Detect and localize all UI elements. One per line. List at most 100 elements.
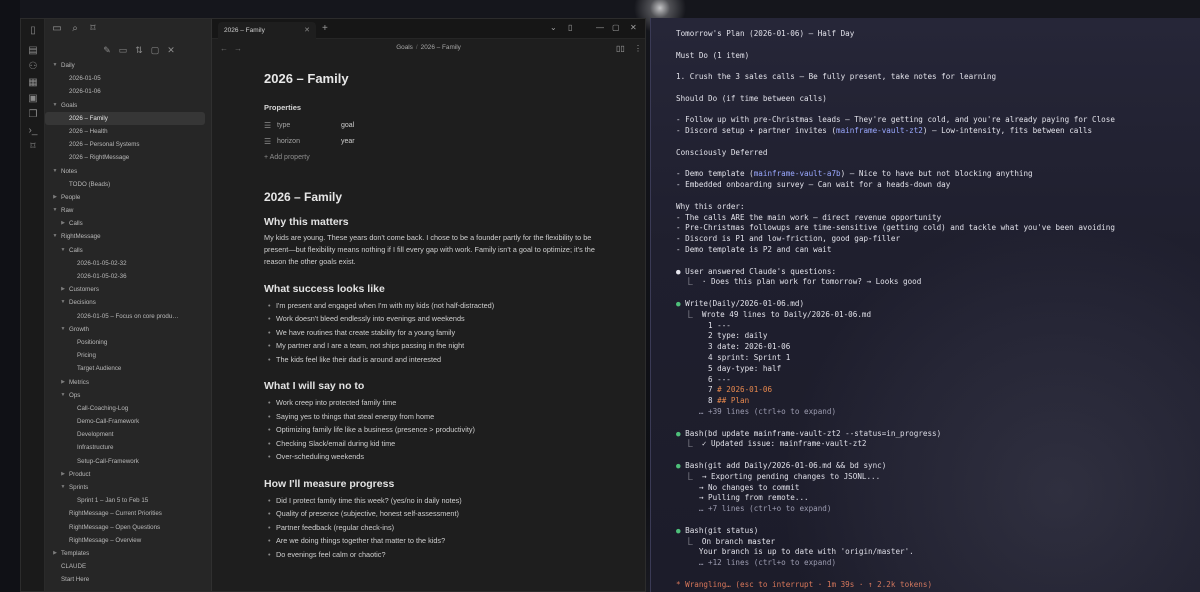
chevron-down-icon[interactable]: ▼ bbox=[51, 230, 59, 243]
terminal-window[interactable]: Tomorrow's Plan (2026-01-06) — Half Day M… bbox=[650, 18, 1200, 592]
tree-item[interactable]: 2026-01-05 – Focus on core produ… bbox=[45, 310, 211, 323]
chevron-down-icon[interactable]: ▼ bbox=[59, 244, 67, 257]
graph-icon[interactable]: ⚇ bbox=[27, 61, 39, 73]
more-options-icon[interactable]: ⋮ bbox=[634, 44, 642, 53]
tree-item[interactable]: ▼ Notes bbox=[45, 165, 211, 178]
tree-item[interactable]: 2026-01-05 bbox=[45, 72, 211, 85]
chevron-right-icon[interactable]: ▶ bbox=[51, 191, 59, 204]
tree-item[interactable]: ▼ Daily bbox=[45, 59, 211, 72]
tree-item[interactable]: 2026 – Health bbox=[45, 125, 211, 138]
note-title[interactable]: 2026 – Family bbox=[264, 71, 604, 101]
search-icon[interactable]: ⌕ bbox=[69, 23, 81, 35]
tree-item-label: Metrics bbox=[69, 378, 89, 386]
tree-item[interactable]: TODO (Beads) bbox=[45, 178, 211, 191]
breadcrumb-folder[interactable]: Goals bbox=[396, 44, 413, 51]
new-tab-icon[interactable]: + bbox=[322, 23, 328, 34]
chevron-down-icon[interactable]: ▼ bbox=[51, 165, 59, 178]
tree-item[interactable]: Setup-Call-Framework bbox=[45, 455, 211, 468]
templates-icon[interactable]: ❐ bbox=[27, 109, 39, 121]
tree-item[interactable]: ▼ Calls bbox=[45, 244, 211, 257]
tree-item[interactable]: ▶ Product bbox=[45, 468, 211, 481]
terminal-line: ⎿ → Exporting pending changes to JSONL..… bbox=[676, 471, 881, 481]
tree-item[interactable]: 2026 – RightMessage bbox=[45, 151, 211, 164]
chevron-right-icon[interactable]: ▶ bbox=[59, 217, 67, 230]
chevron-right-icon[interactable]: ▶ bbox=[59, 283, 67, 296]
property-row[interactable]: ☰ horizon year bbox=[264, 135, 604, 151]
bookmarks-icon[interactable]: ⌑ bbox=[87, 23, 99, 35]
minimize-icon[interactable]: — bbox=[596, 23, 604, 32]
right-sidebar-icon[interactable]: ▯ bbox=[568, 23, 572, 32]
tab-close-icon[interactable]: ✕ bbox=[304, 22, 310, 39]
tree-item[interactable]: ▼ Ops bbox=[45, 389, 211, 402]
property-key[interactable]: horizon bbox=[277, 138, 300, 145]
close-icon[interactable]: ✕ bbox=[165, 44, 177, 56]
tree-item[interactable]: 2026 – Family bbox=[45, 111, 205, 125]
window-close-icon[interactable]: ✕ bbox=[630, 23, 637, 32]
tree-item[interactable]: ▶ Calls bbox=[45, 217, 211, 230]
tree-item[interactable]: Target Audience bbox=[45, 362, 211, 375]
chevron-right-icon[interactable]: ▶ bbox=[59, 376, 67, 389]
tree-item[interactable]: RightMessage – Overview bbox=[45, 534, 211, 547]
maximize-icon[interactable]: ▢ bbox=[612, 23, 620, 32]
tree-item-label: 2026 – Health bbox=[69, 127, 108, 135]
chevron-down-icon[interactable]: ▼ bbox=[59, 296, 67, 309]
tree-item[interactable]: ▶ Customers bbox=[45, 283, 211, 296]
tree-item[interactable]: Start Here bbox=[45, 573, 211, 586]
tree-item[interactable]: ▶ People bbox=[45, 191, 211, 204]
tree-item[interactable]: ▼ Growth bbox=[45, 323, 211, 336]
terminal-icon[interactable]: ›_ bbox=[27, 125, 39, 137]
tree-item[interactable]: 2026-01-05-02-32 bbox=[45, 257, 211, 270]
tree-item[interactable]: ▶ Metrics bbox=[45, 376, 211, 389]
tree-item[interactable]: Development bbox=[45, 428, 211, 441]
calendar-icon[interactable]: ▣ bbox=[27, 93, 39, 105]
chevron-down-icon[interactable]: ▼ bbox=[59, 389, 67, 402]
chevron-right-icon[interactable]: ▶ bbox=[51, 547, 59, 560]
chevron-down-icon[interactable]: ▼ bbox=[51, 99, 59, 112]
property-value[interactable]: year bbox=[341, 138, 355, 145]
tree-item[interactable]: Pricing bbox=[45, 349, 211, 362]
tree-item[interactable]: Call-Coaching-Log bbox=[45, 402, 211, 415]
tab-active-note[interactable]: 2026 – Family ✕ bbox=[218, 22, 316, 39]
tree-item[interactable]: ▼ Sprints bbox=[45, 481, 211, 494]
canvas-icon[interactable]: ▦ bbox=[27, 77, 39, 89]
tree-item[interactable]: RightMessage – Open Questions bbox=[45, 521, 211, 534]
tab-list-icon[interactable]: ⌄ bbox=[550, 23, 557, 32]
terminal-line: 2 type: daily bbox=[676, 331, 768, 341]
tree-item[interactable]: ▼ Goals bbox=[45, 99, 211, 112]
tree-item[interactable]: Positioning bbox=[45, 336, 211, 349]
chevron-down-icon[interactable]: ▼ bbox=[51, 204, 59, 217]
property-key[interactable]: type bbox=[277, 122, 290, 129]
folder-icon[interactable]: ▭ bbox=[51, 23, 63, 35]
tree-item[interactable]: ▼ RightMessage bbox=[45, 230, 211, 243]
chevron-right-icon[interactable]: ▶ bbox=[59, 468, 67, 481]
tree-item[interactable]: 2026-01-06 bbox=[45, 85, 211, 98]
tree-item[interactable]: Infrastructure bbox=[45, 441, 211, 454]
property-row[interactable]: ☰ type goal bbox=[264, 119, 604, 135]
sort-icon[interactable]: ⇅ bbox=[133, 44, 145, 56]
tree-item[interactable]: ▶ Templates bbox=[45, 547, 211, 560]
tree-item[interactable]: Demo-Call-Framework bbox=[45, 415, 211, 428]
tree-item[interactable]: ▼ Decisions bbox=[45, 296, 211, 309]
tree-item[interactable]: ▼ Raw bbox=[45, 204, 211, 217]
tree-item[interactable]: CLAUDE bbox=[45, 560, 211, 573]
sidebar-toggle-icon[interactable]: ▯ bbox=[27, 25, 39, 37]
reading-view-icon[interactable]: ▯▯ bbox=[616, 44, 625, 53]
breadcrumb-note[interactable]: 2026 – Family bbox=[421, 44, 461, 51]
tree-item[interactable]: RightMessage – Current Priorities bbox=[45, 507, 211, 520]
chevron-down-icon[interactable]: ▼ bbox=[59, 481, 67, 494]
add-property-button[interactable]: + Add property bbox=[264, 151, 604, 173]
new-folder-icon[interactable]: ▭ bbox=[117, 44, 129, 56]
files-icon[interactable]: ▤ bbox=[27, 45, 39, 57]
tree-item[interactable]: Sprint 1 – Jan 5 to Feb 15 bbox=[45, 494, 211, 507]
bookmark-icon[interactable]: ⌑ bbox=[27, 141, 39, 153]
new-note-icon[interactable]: ✎ bbox=[101, 44, 113, 56]
tree-item-label: Start Here bbox=[61, 576, 90, 584]
chevron-down-icon[interactable]: ▼ bbox=[59, 323, 67, 336]
property-value[interactable]: goal bbox=[341, 122, 354, 129]
tree-item[interactable]: 2026-01-05-02-36 bbox=[45, 270, 211, 283]
chevron-down-icon[interactable]: ▼ bbox=[51, 59, 59, 72]
tree-item[interactable]: 2026 – Personal Systems bbox=[45, 138, 211, 151]
collapse-all-icon[interactable]: ▢ bbox=[149, 44, 161, 56]
